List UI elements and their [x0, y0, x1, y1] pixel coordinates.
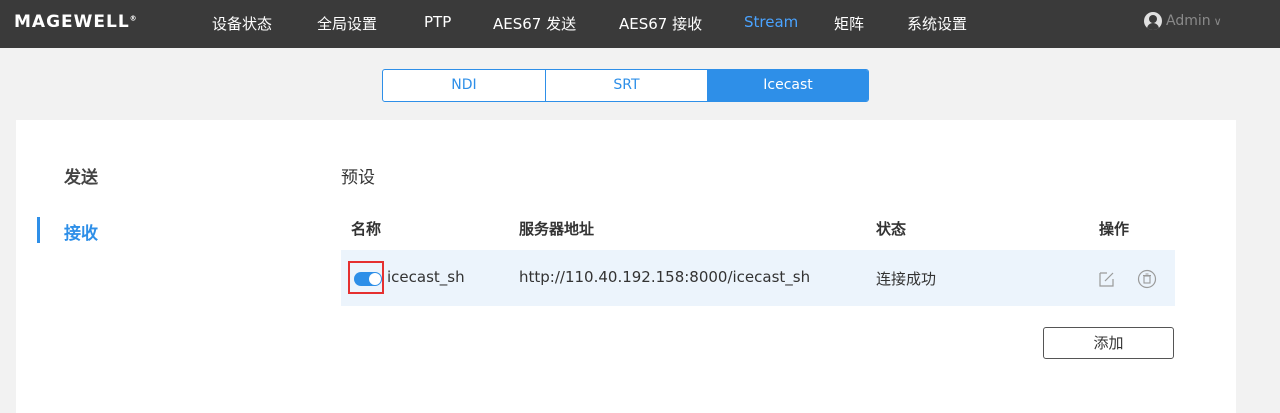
tab-ndi[interactable]: NDI [383, 70, 545, 101]
connection-status: 连接成功 [876, 270, 937, 288]
nav-aes67-receive[interactable]: AES67 接收 [619, 13, 702, 34]
sidebar-active-indicator [37, 217, 40, 243]
magewell-logo: MAGEWELL® [14, 12, 138, 32]
tab-srt[interactable]: SRT [545, 70, 707, 101]
top-nav-bar: MAGEWELL® 设备状态 全局设置 PTP AES67 发送 AES67 接… [0, 0, 1280, 48]
chevron-down-icon: ∨ [1213, 15, 1222, 28]
nav-ptp[interactable]: PTP [424, 13, 451, 31]
column-header-server: 服务器地址 [519, 220, 595, 238]
user-name: Admin [1166, 13, 1211, 29]
delete-icon[interactable] [1137, 269, 1157, 289]
add-button[interactable]: 添加 [1043, 327, 1174, 359]
tab-icecast[interactable]: Icecast [707, 70, 868, 101]
nav-device-status[interactable]: 设备状态 [212, 13, 272, 34]
column-header-name: 名称 [351, 220, 382, 238]
avatar-icon [1144, 12, 1162, 30]
toggle-highlight-box [348, 261, 384, 294]
sidebar-item-receive[interactable]: 接收 [64, 219, 98, 244]
nav-aes67-send[interactable]: AES67 发送 [493, 13, 576, 34]
nav-matrix[interactable]: 矩阵 [834, 13, 864, 34]
protocol-tabs: NDI SRT Icecast [382, 69, 869, 102]
server-address: http://110.40.192.158:8000/icecast_sh [519, 268, 811, 286]
preset-name: icecast_sh [387, 268, 465, 286]
nav-system-settings[interactable]: 系统设置 [907, 13, 967, 34]
edit-icon[interactable] [1098, 270, 1116, 288]
toggle-knob [369, 273, 381, 285]
user-menu[interactable]: Admin ∨ [1144, 12, 1222, 30]
sidebar-item-send[interactable]: 发送 [64, 163, 98, 188]
enable-toggle[interactable] [354, 272, 382, 286]
column-header-status: 状态 [876, 220, 907, 238]
column-header-action: 操作 [1099, 220, 1130, 238]
preset-title: 预设 [341, 168, 375, 188]
nav-global-settings[interactable]: 全局设置 [317, 13, 377, 34]
nav-stream[interactable]: Stream [744, 13, 798, 31]
